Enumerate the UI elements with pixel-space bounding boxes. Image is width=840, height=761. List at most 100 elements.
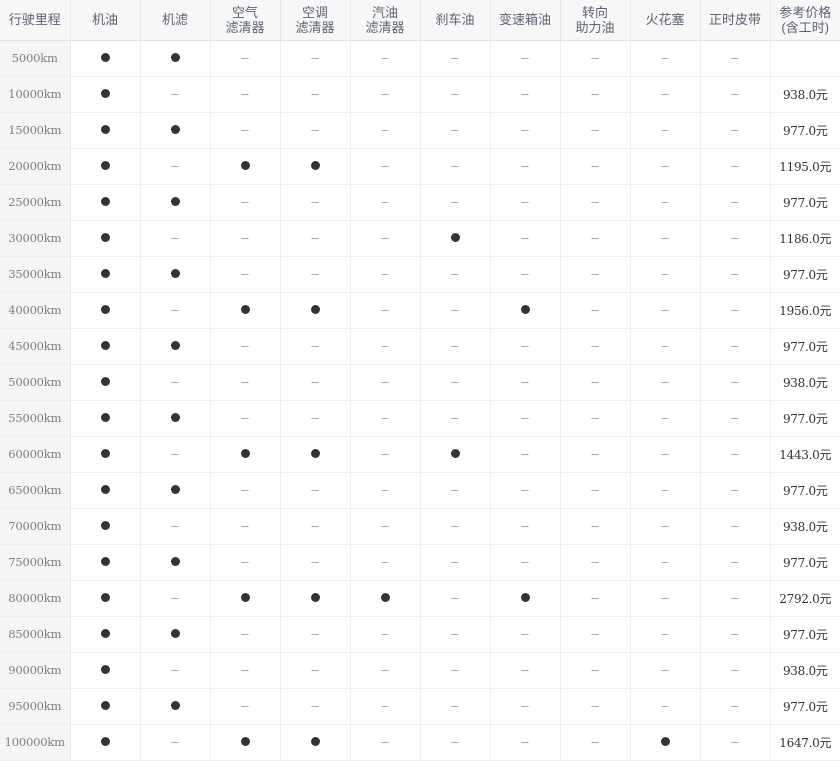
service-dot-icon — [170, 53, 180, 63]
no-service-dash-icon: – — [591, 302, 599, 318]
no-service-dash-icon: – — [521, 338, 529, 354]
no-service-dash-icon: – — [381, 446, 389, 462]
price-cell: 977.0元 — [770, 112, 840, 149]
price-cell: 938.0元 — [770, 652, 840, 689]
service-dot-icon — [100, 629, 110, 639]
service-dot-icon — [100, 161, 110, 171]
cell-timing_belt: – — [700, 148, 771, 185]
mileage-cell: 65000km — [0, 472, 71, 509]
cell-spark_plug: – — [630, 256, 701, 293]
cell-transmission_oil: – — [490, 256, 561, 293]
cell-power_steering: – — [560, 292, 631, 329]
service-dot-icon — [450, 233, 460, 243]
cell-spark_plug: – — [630, 580, 701, 617]
no-service-dash-icon: – — [661, 698, 669, 714]
mileage-cell: 40000km — [0, 292, 71, 329]
service-dot-icon — [240, 161, 250, 171]
no-service-dash-icon: – — [311, 266, 319, 282]
no-service-dash-icon: – — [591, 734, 599, 750]
no-service-dash-icon: – — [241, 482, 249, 498]
cell-oil_filter: – — [140, 292, 211, 329]
no-service-dash-icon: – — [451, 338, 459, 354]
cell-transmission_oil: – — [490, 220, 561, 257]
no-service-dash-icon: – — [381, 410, 389, 426]
no-service-dash-icon: – — [241, 410, 249, 426]
column-header-line: 滤清器 — [365, 19, 405, 35]
cell-power_steering: – — [560, 436, 631, 473]
column-header-line: (含工时) — [781, 19, 830, 35]
no-service-dash-icon: – — [311, 194, 319, 210]
no-service-dash-icon: – — [731, 590, 739, 606]
cell-spark_plug: – — [630, 364, 701, 401]
no-service-dash-icon: – — [661, 50, 669, 66]
cell-timing_belt: – — [700, 616, 771, 653]
column-header-line: 助力油 — [575, 19, 615, 35]
cell-ac_filter: – — [280, 220, 351, 257]
mileage-cell: 35000km — [0, 256, 71, 293]
no-service-dash-icon: – — [591, 158, 599, 174]
maintenance-schedule-table: 行驶里程 机油 机滤 空气 滤清器 空调 滤清器 汽油 滤清器 刹车油 变速箱油 转向 助力油 火花塞 正时… — [0, 0, 840, 761]
no-service-dash-icon: – — [241, 230, 249, 246]
cell-brake_fluid: – — [420, 256, 491, 293]
cell-power_steering: – — [560, 364, 631, 401]
no-service-dash-icon: – — [241, 698, 249, 714]
cell-brake_fluid: – — [420, 292, 491, 329]
cell-oil_filter — [140, 688, 211, 725]
no-service-dash-icon: – — [451, 86, 459, 102]
cell-power_steering: – — [560, 508, 631, 545]
no-service-dash-icon: – — [591, 50, 599, 66]
cell-ac_filter: – — [280, 184, 351, 221]
cell-timing_belt: – — [700, 724, 771, 761]
no-service-dash-icon: – — [311, 626, 319, 642]
cell-power_steering: – — [560, 400, 631, 437]
table-row: 10000km – – – – – – – – – 938.0元 — [0, 76, 840, 113]
cell-timing_belt: – — [700, 580, 771, 617]
no-service-dash-icon: – — [381, 482, 389, 498]
cell-brake_fluid — [420, 220, 491, 257]
service-dot-icon — [170, 629, 180, 639]
no-service-dash-icon: – — [591, 518, 599, 534]
no-service-dash-icon: – — [381, 302, 389, 318]
no-service-dash-icon: – — [241, 338, 249, 354]
cell-engine_oil — [70, 580, 141, 617]
price-cell: 977.0元 — [770, 472, 840, 509]
column-header-line: 转向 — [581, 4, 608, 20]
service-dot-icon — [170, 413, 180, 423]
cell-oil_filter — [140, 40, 211, 77]
no-service-dash-icon: – — [521, 122, 529, 138]
price-cell: 938.0元 — [770, 364, 840, 401]
cell-transmission_oil: – — [490, 508, 561, 545]
cell-brake_fluid: – — [420, 580, 491, 617]
service-dot-icon — [240, 305, 250, 315]
no-service-dash-icon: – — [731, 482, 739, 498]
service-dot-icon — [170, 485, 180, 495]
cell-engine_oil — [70, 508, 141, 545]
cell-spark_plug: – — [630, 148, 701, 185]
cell-ac_filter: – — [280, 472, 351, 509]
cell-air_filter: – — [210, 220, 281, 257]
cell-oil_filter: – — [140, 724, 211, 761]
column-header-line: 汽油 — [371, 4, 398, 20]
no-service-dash-icon: – — [521, 446, 529, 462]
cell-ac_filter: – — [280, 256, 351, 293]
no-service-dash-icon: – — [381, 266, 389, 282]
cell-timing_belt: – — [700, 40, 771, 77]
cell-fuel_filter: – — [350, 328, 421, 365]
no-service-dash-icon: – — [241, 50, 249, 66]
table-row: 70000km – – – – – – – – – 938.0元 — [0, 508, 840, 545]
cell-air_filter: – — [210, 40, 281, 77]
column-header-line: 参考价格 — [779, 4, 832, 20]
cell-ac_filter: – — [280, 508, 351, 545]
cell-oil_filter — [140, 400, 211, 437]
cell-brake_fluid: – — [420, 400, 491, 437]
no-service-dash-icon: – — [661, 374, 669, 390]
cell-brake_fluid: – — [420, 148, 491, 185]
no-service-dash-icon: – — [591, 266, 599, 282]
cell-ac_filter: – — [280, 544, 351, 581]
service-dot-icon — [660, 737, 670, 747]
cell-power_steering: – — [560, 76, 631, 113]
table-row: 20000km – – – – – – – 1195.0元 — [0, 148, 840, 185]
column-header-line: 刹车油 — [435, 12, 475, 28]
cell-power_steering: – — [560, 544, 631, 581]
cell-ac_filter: – — [280, 328, 351, 365]
